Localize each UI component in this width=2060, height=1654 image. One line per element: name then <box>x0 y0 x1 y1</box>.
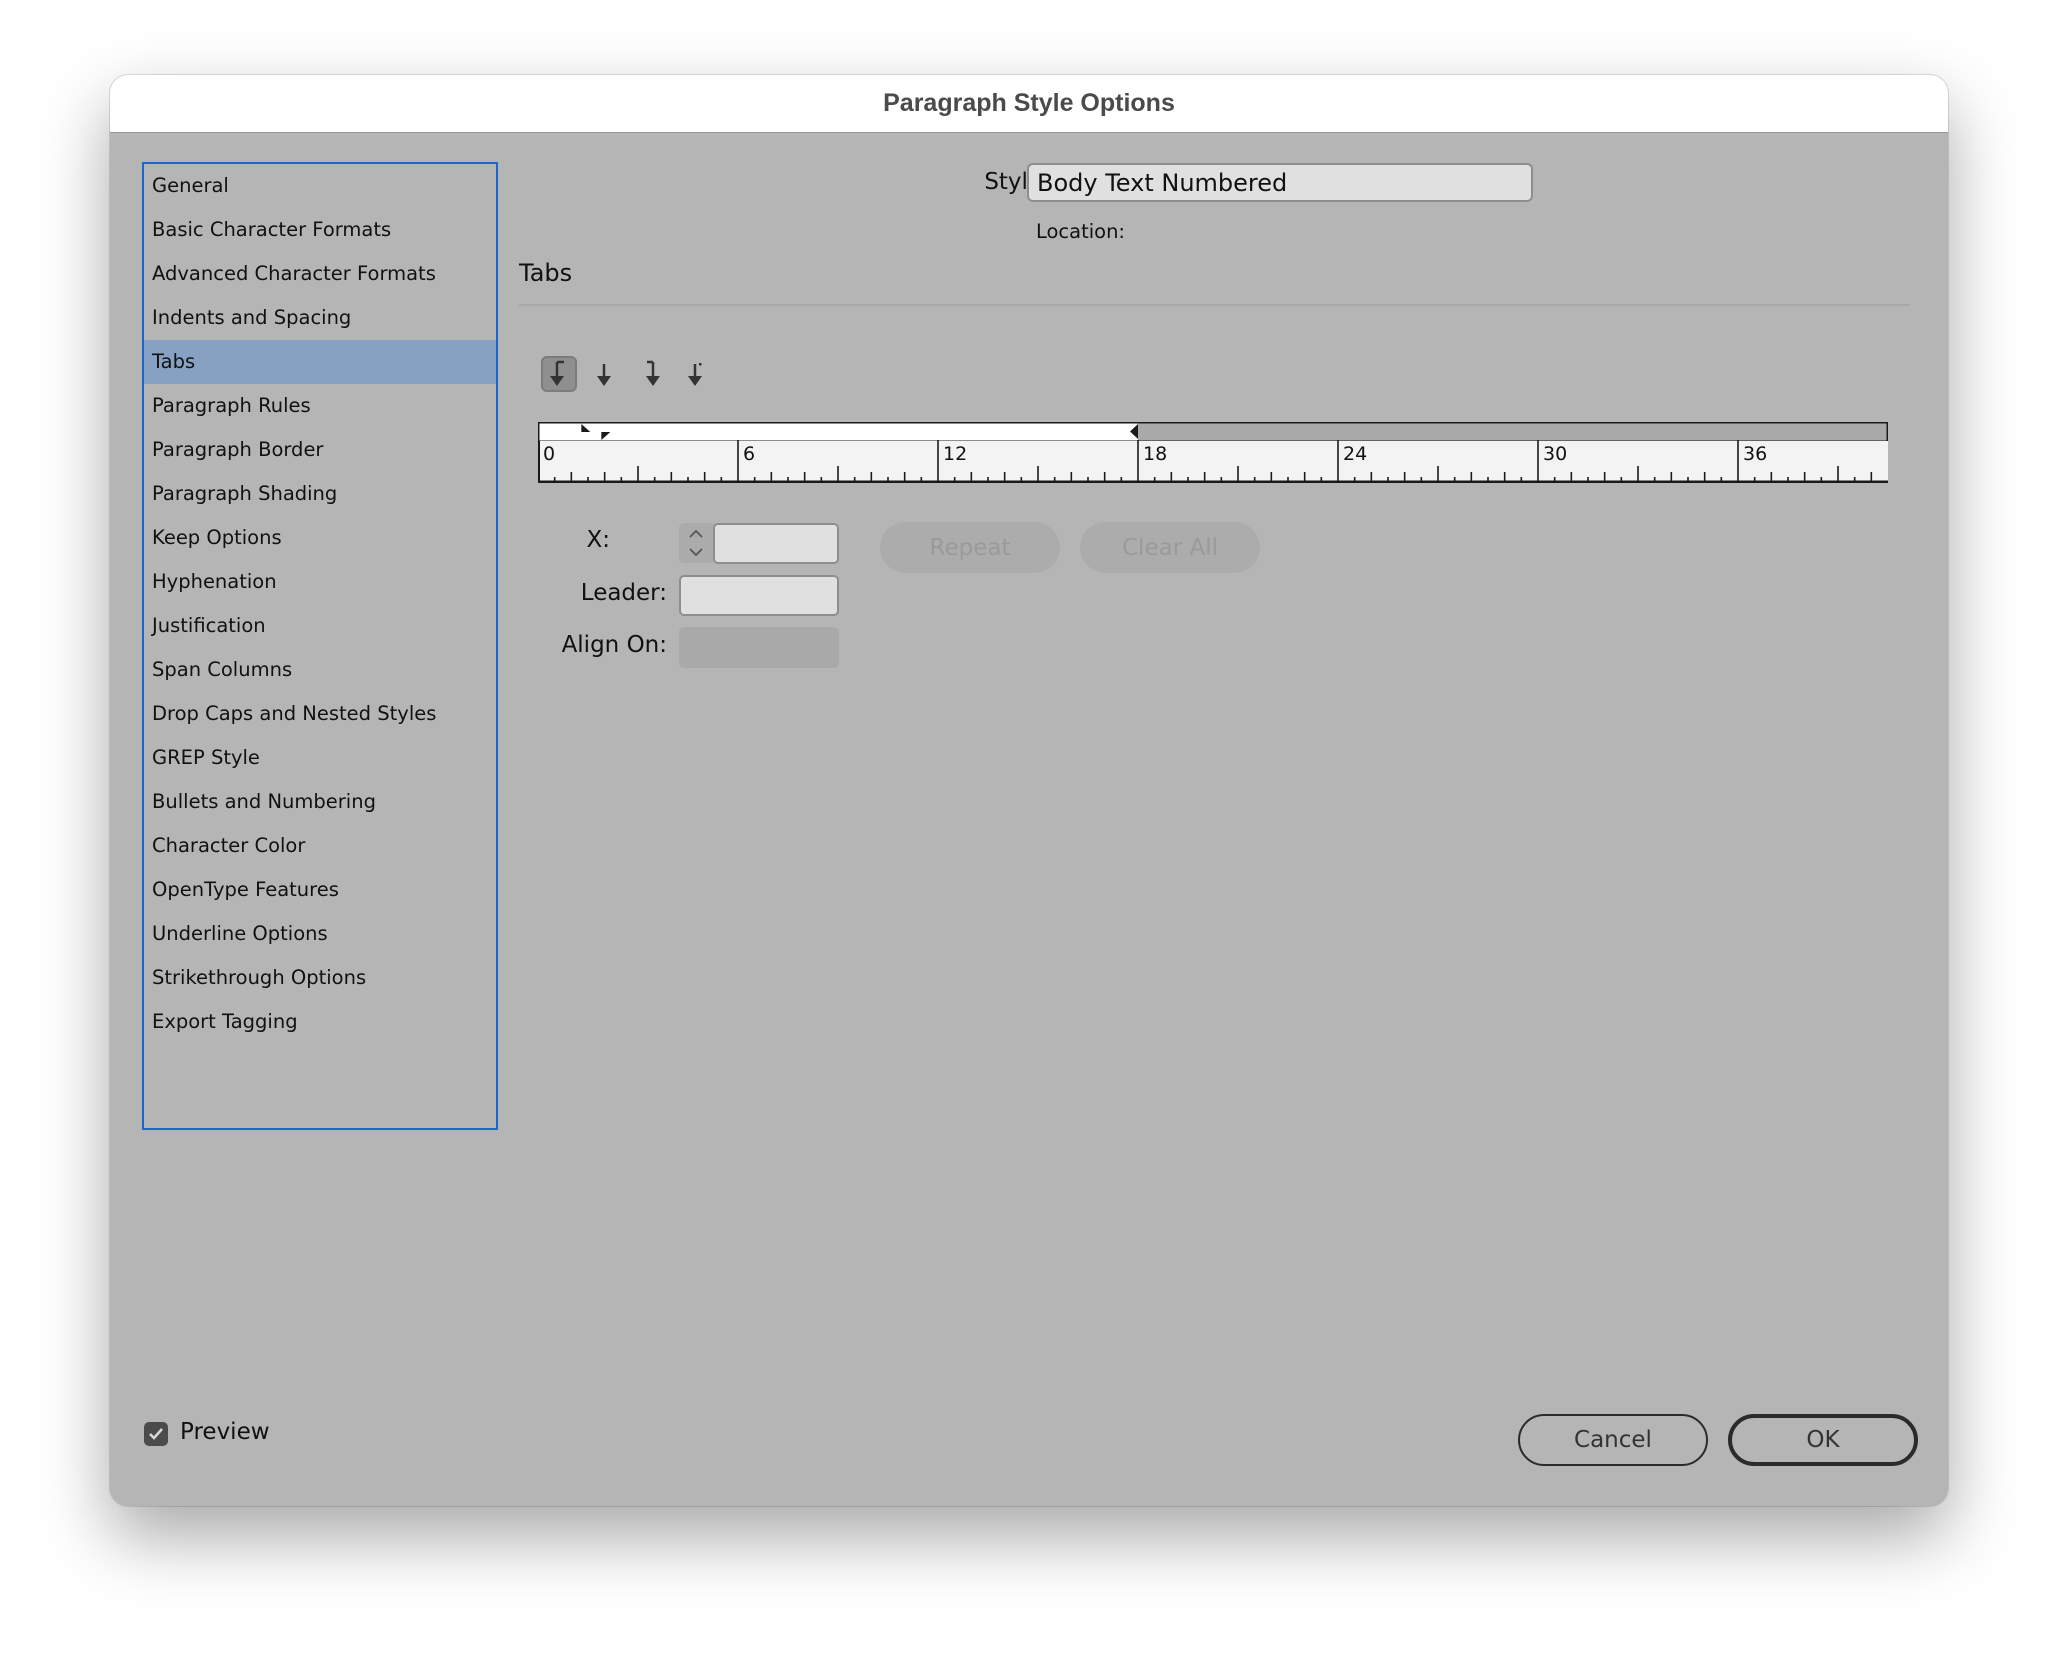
paragraph-style-options-dialog: Paragraph Style Options General Basic Cha… <box>110 75 1948 1506</box>
style-name-input[interactable]: Body Text Numbered <box>1027 163 1533 202</box>
sidebar-item-paragraph-shading[interactable]: Paragraph Shading <box>144 472 496 516</box>
ruler-beyond-right-indent <box>1138 422 1888 441</box>
preview-checkbox[interactable] <box>144 1422 168 1446</box>
section-title: Tabs <box>519 259 573 287</box>
sidebar-item-hyphenation[interactable]: Hyphenation <box>144 560 496 604</box>
sidebar-item-underline-options[interactable]: Underline Options <box>144 912 496 956</box>
title-bar: Paragraph Style Options <box>110 75 1948 133</box>
sidebar-item-general[interactable]: General <box>144 164 496 208</box>
sidebar-item-character-color[interactable]: Character Color <box>144 824 496 868</box>
align-to-decimal-tab-icon <box>688 363 702 386</box>
align-to-decimal-tab-button[interactable] <box>678 356 714 392</box>
left-justified-tab-button[interactable] <box>541 356 577 392</box>
ruler-label: 18 <box>1143 443 1167 465</box>
location-label: Location: <box>1035 220 1125 243</box>
right-justified-tab-icon <box>646 360 660 386</box>
preview-label[interactable]: Preview <box>180 1419 270 1445</box>
sidebar-item-bullets-and-numbering[interactable]: Bullets and Numbering <box>144 780 496 824</box>
ruler-label: 6 <box>743 443 755 465</box>
sidebar-item-tabs[interactable]: Tabs <box>144 340 496 384</box>
sidebar-item-basic-character-formats[interactable]: Basic Character Formats <box>144 208 496 252</box>
ok-button[interactable]: OK <box>1728 1414 1918 1466</box>
checkmark-icon <box>149 1428 163 1440</box>
ruler-label: 24 <box>1343 443 1367 465</box>
stepper-arrows-icon <box>689 529 703 557</box>
cancel-button[interactable]: Cancel <box>1518 1414 1708 1466</box>
tab-ruler[interactable]: 0 6 12 18 24 30 36 <box>538 422 1888 483</box>
clear-all-button: Clear All <box>1080 522 1260 573</box>
ruler-label: 12 <box>943 443 967 465</box>
repeat-button: Repeat <box>880 522 1060 573</box>
sidebar-item-opentype-features[interactable]: OpenType Features <box>144 868 496 912</box>
center-justified-tab-icon <box>597 364 611 386</box>
category-list[interactable]: General Basic Character Formats Advanced C… <box>142 162 498 1130</box>
sidebar-item-drop-caps-and-nested-styles[interactable]: Drop Caps and Nested Styles <box>144 692 496 736</box>
sidebar-item-grep-style[interactable]: GREP Style <box>144 736 496 780</box>
sidebar-item-paragraph-rules[interactable]: Paragraph Rules <box>144 384 496 428</box>
sidebar-item-strikethrough-options[interactable]: Strikethrough Options <box>144 956 496 1000</box>
leader-input[interactable] <box>679 575 839 616</box>
ruler-label: 0 <box>543 443 555 465</box>
sidebar-item-export-tagging[interactable]: Export Tagging <box>144 1000 496 1044</box>
x-position-label: X: <box>586 527 610 553</box>
sidebar-item-indents-and-spacing[interactable]: Indents and Spacing <box>144 296 496 340</box>
leader-label: Leader: <box>580 580 667 606</box>
ruler-scale <box>538 441 1888 481</box>
ruler-label: 30 <box>1543 443 1567 465</box>
center-justified-tab-button[interactable] <box>586 356 622 392</box>
ruler-label: 36 <box>1743 443 1767 465</box>
dialog-title: Paragraph Style Options <box>883 89 1175 117</box>
x-position-input[interactable] <box>713 523 839 564</box>
section-divider <box>519 304 1909 306</box>
left-justified-tab-icon <box>550 360 564 386</box>
right-justified-tab-button[interactable] <box>634 356 670 392</box>
align-on-label: Align On: <box>561 632 667 658</box>
sidebar-item-justification[interactable]: Justification <box>144 604 496 648</box>
align-on-input <box>679 627 839 668</box>
sidebar-item-advanced-character-formats[interactable]: Advanced Character Formats <box>144 252 496 296</box>
sidebar-item-span-columns[interactable]: Span Columns <box>144 648 496 692</box>
x-position-stepper[interactable] <box>679 523 713 563</box>
sidebar-item-paragraph-border[interactable]: Paragraph Border <box>144 428 496 472</box>
